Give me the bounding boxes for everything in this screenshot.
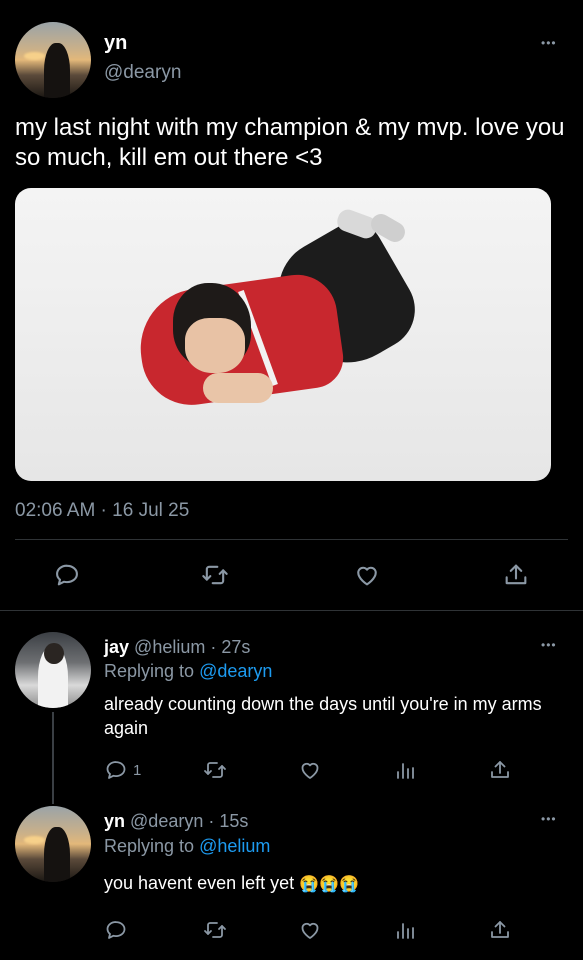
- avatar[interactable]: [15, 632, 91, 708]
- like-icon[interactable]: [297, 918, 323, 942]
- retweet-icon[interactable]: [200, 561, 230, 589]
- tweet-timestamp[interactable]: 02:06 AM · 16 Jul 25: [15, 500, 189, 522]
- replying-to-label: Replying to: [104, 661, 195, 681]
- share-icon[interactable]: [488, 758, 512, 782]
- reply-icon[interactable]: [104, 758, 128, 782]
- tweet-text: my last night with my champion & my mvp.…: [15, 114, 565, 171]
- replying-to: Replying to @dearyn: [104, 661, 272, 682]
- analytics-icon[interactable]: [393, 918, 417, 942]
- reply-header: yn @dearyn · 15s: [104, 811, 248, 832]
- avatar-sunset: [24, 52, 46, 60]
- divider: [0, 610, 583, 611]
- retweet-icon[interactable]: [202, 918, 228, 942]
- author-name[interactable]: yn: [104, 32, 127, 55]
- reply-text: you havent even left yet: [104, 873, 295, 893]
- author-handle[interactable]: @dearyn: [130, 811, 203, 831]
- reply-header: jay @helium · 27s: [104, 637, 250, 658]
- reply-icon[interactable]: [53, 561, 81, 589]
- like-icon[interactable]: [297, 758, 323, 782]
- avatar-sunset: [24, 836, 46, 844]
- tweet-image[interactable]: [15, 188, 551, 481]
- author-handle[interactable]: @dearyn: [104, 62, 181, 84]
- reply-icon[interactable]: [104, 918, 128, 942]
- avatar-head: [43, 642, 64, 664]
- retweet-icon[interactable]: [202, 758, 228, 782]
- image-face: [185, 318, 245, 373]
- author-name[interactable]: jay: [104, 637, 129, 657]
- replying-to: Replying to @helium: [104, 836, 270, 857]
- avatar-silhouette: [43, 43, 70, 98]
- reply-text: already counting down the days until you…: [104, 694, 542, 738]
- crying-emoji-icon: 😭😭😭: [299, 876, 359, 893]
- avatar[interactable]: [15, 22, 91, 98]
- avatar[interactable]: [15, 806, 91, 882]
- divider: [15, 539, 568, 540]
- author-name[interactable]: yn: [104, 811, 125, 831]
- replying-to-label: Replying to: [104, 836, 195, 856]
- more-options-icon[interactable]: •••: [541, 812, 557, 826]
- share-icon[interactable]: [502, 561, 530, 589]
- analytics-icon[interactable]: [393, 758, 417, 782]
- replying-to-handle[interactable]: @dearyn: [199, 661, 272, 681]
- author-handle[interactable]: @helium: [134, 637, 205, 657]
- more-options-icon[interactable]: •••: [541, 638, 557, 652]
- more-options-icon[interactable]: •••: [541, 36, 557, 50]
- share-icon[interactable]: [488, 918, 512, 942]
- reply-text-row: you havent even left yet 😭😭😭: [104, 873, 359, 894]
- reply-time: · 27s: [210, 637, 251, 657]
- reply-count: 1: [133, 762, 142, 779]
- replying-to-handle[interactable]: @helium: [199, 836, 270, 856]
- reply-time: · 15s: [208, 811, 249, 831]
- like-icon[interactable]: [352, 561, 382, 589]
- thread-connector: [52, 712, 54, 804]
- avatar-silhouette: [43, 827, 70, 882]
- image-hands: [203, 373, 273, 403]
